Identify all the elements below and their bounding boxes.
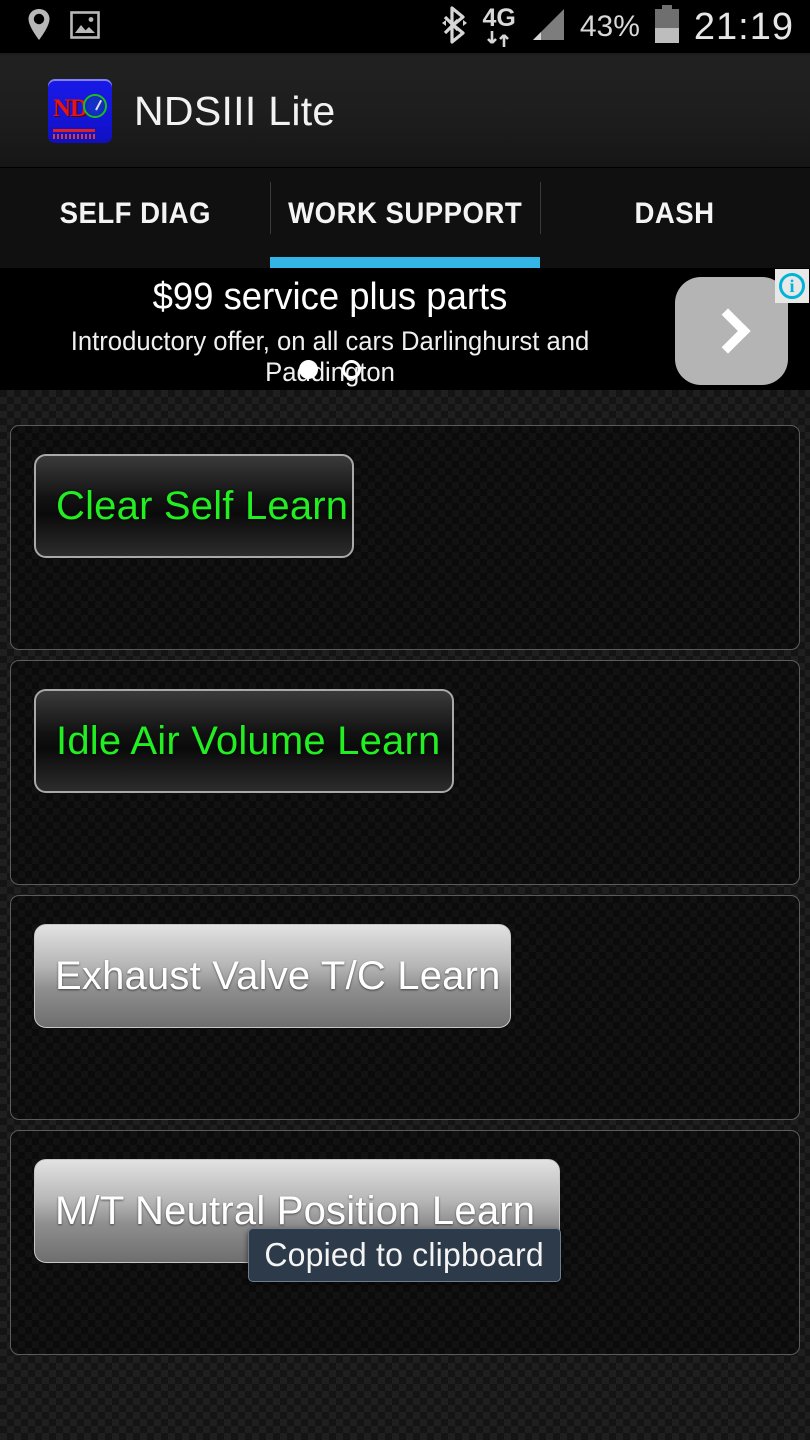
ad-next-button[interactable] [675, 277, 788, 385]
bluetooth-icon [441, 5, 471, 49]
phone-screen: 4G 43% 21:19 NDS NDSIII Lite SELF DIAG W… [0, 0, 810, 1440]
info-icon: i [779, 273, 805, 299]
picture-icon [70, 10, 100, 45]
clock: 21:19 [693, 5, 794, 48]
location-pin-icon [26, 8, 52, 47]
status-bar-left-icons [0, 8, 100, 47]
network-type-label: 4G [482, 4, 516, 32]
battery-percent-label: 43% [579, 10, 640, 43]
tab-dash-label: DASH [634, 197, 716, 230]
clear-self-learn-button[interactable]: Clear Self Learn [34, 454, 354, 558]
action-bar: NDS NDSIII Lite [0, 55, 810, 168]
app-logo-icon: NDS [48, 79, 112, 143]
network-4g-icon: 4G [483, 6, 516, 48]
work-support-list: Clear Self Learn Idle Air Volume Learn E… [0, 390, 810, 1440]
ad-dot-1[interactable] [299, 360, 318, 379]
clear-self-learn-label: Clear Self Learn [56, 483, 349, 528]
idle-air-volume-learn-label: Idle Air Volume Learn [56, 718, 441, 763]
toast-notification: Copied to clipboard [248, 1228, 561, 1282]
idle-air-volume-learn-button[interactable]: Idle Air Volume Learn [34, 689, 454, 793]
ad-headline: $99 service plus parts [152, 276, 508, 318]
exhaust-valve-tc-learn-button[interactable]: Exhaust Valve T/C Learn [34, 924, 511, 1028]
tab-dash[interactable]: DASH [540, 168, 810, 268]
exhaust-valve-tc-learn-label: Exhaust Valve T/C Learn [55, 953, 501, 998]
status-bar: 4G 43% 21:19 [0, 0, 810, 54]
tab-work-support[interactable]: WORK SUPPORT [270, 168, 540, 268]
tab-self-diag-label: SELF DIAG [59, 197, 211, 230]
ad-page-dots [0, 360, 660, 379]
page-title: NDSIII Lite [134, 87, 336, 134]
list-item[interactable]: Exhaust Valve T/C Learn [10, 895, 800, 1120]
battery-icon [652, 4, 682, 50]
mt-neutral-position-learn-label: M/T Neutral Position Learn [55, 1188, 536, 1233]
chevron-right-icon [704, 308, 751, 354]
ad-dot-2[interactable] [342, 360, 361, 379]
ad-choices-info-button[interactable]: i [775, 269, 809, 303]
tab-work-support-label: WORK SUPPORT [288, 197, 522, 230]
signal-bars-icon [528, 7, 568, 48]
logo-bar [53, 129, 95, 132]
tab-bar: SELF DIAG WORK SUPPORT DASH [0, 168, 810, 268]
list-item[interactable]: Idle Air Volume Learn [10, 660, 800, 885]
tab-self-diag[interactable]: SELF DIAG [0, 168, 270, 268]
list-item[interactable]: Clear Self Learn [10, 425, 800, 650]
ad-banner[interactable]: $99 service plus parts Introductory offe… [0, 268, 810, 390]
status-bar-right-icons: 4G 43% 21:19 [441, 4, 810, 50]
logo-microtext [53, 134, 95, 139]
toast-message: Copied to clipboard [264, 1236, 545, 1273]
gauge-icon [83, 94, 107, 118]
